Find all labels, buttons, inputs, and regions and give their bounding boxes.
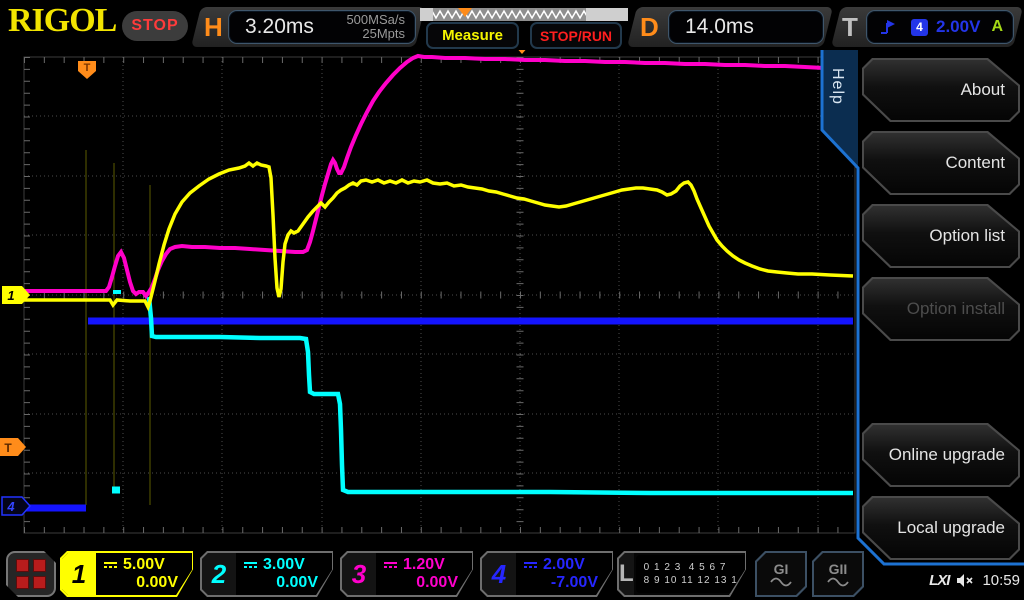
trigger-slope-icon [881, 20, 895, 34]
channel-1-scale: 5.00V [123, 556, 165, 573]
memory-depth: 25Mpts [362, 26, 405, 41]
red-square-icon [16, 576, 29, 589]
lxi-logo: LXI [929, 571, 950, 589]
generator-2-button[interactable]: GII [812, 551, 864, 597]
help-menu-panel: About Content Option list Option install… [858, 50, 1024, 600]
ch4-position-marker[interactable]: 4 [1, 496, 32, 516]
menu-item-option-install: Option install [862, 277, 1020, 341]
channel-menu-button[interactable] [6, 551, 56, 597]
trigger-level-value: 2.00V [936, 17, 981, 36]
top-status-bar: RIGOL STOP H 3.20ms 500MSa/s 25Mpts Meas… [0, 0, 1024, 50]
red-square-icon [33, 559, 46, 572]
trigger-mode: A [991, 18, 1003, 35]
memory-bar-right-cap [586, 8, 628, 21]
channel-3-number: 3 [342, 553, 376, 595]
delay-label: D [640, 12, 659, 42]
ch2-trace [146, 296, 853, 496]
channel-4-number: 4 [482, 553, 516, 595]
dc-coupling-icon [104, 562, 117, 568]
horizontal-settings-group[interactable]: H 3.20ms 500MSa/s 25Mpts [191, 7, 425, 47]
oscilloscope-screen: T 1 T 4 RIGOL STOP H 3.20ms 500MSa/s 25M… [0, 0, 1024, 600]
sample-rate: 500MSa/s [346, 12, 405, 27]
trigger-label: T [842, 12, 858, 42]
stop-run-button[interactable]: STOP/RUN [530, 22, 622, 49]
trigger-info-box[interactable]: 4 2.00V A [866, 10, 1014, 44]
generator-2-label: GII [828, 561, 848, 577]
channel-1-number: 1 [62, 553, 96, 595]
generator-1-button[interactable]: GI [755, 551, 807, 597]
trigger-level-marker[interactable]: T [0, 438, 26, 456]
menu-item-content[interactable]: Content [862, 131, 1020, 195]
svg-text:T: T [4, 441, 12, 455]
delay-value: 14.0ms [685, 15, 754, 38]
memory-bar-left-cap [420, 8, 433, 21]
channel-4-scale: 2.00V [543, 556, 585, 573]
dc-coupling-icon [384, 562, 397, 568]
logic-digits-row1: 0 1 2 3 4 5 6 7 [643, 562, 727, 573]
svg-text:1: 1 [7, 288, 14, 303]
rigol-logo: RIGOL [8, 2, 117, 39]
generator-1-label: GI [773, 561, 789, 577]
sine-wave-icon [769, 577, 793, 587]
red-square-icon [16, 559, 29, 572]
channel-traces [24, 53, 854, 512]
help-tab-label[interactable]: Help [828, 68, 846, 105]
channel-3-offset: 0.00V [416, 574, 458, 591]
menu-item-online-upgrade[interactable]: Online upgrade [862, 423, 1020, 487]
memory-trigger-marker-icon [458, 8, 472, 17]
svg-text:4: 4 [6, 499, 15, 514]
delay-settings-group[interactable]: D 14.0ms [627, 7, 833, 47]
channel-2-offset: 0.00V [276, 574, 318, 591]
trigger-source-badge: 4 [911, 18, 928, 36]
svg-text:T: T [84, 62, 91, 74]
sound-muted-icon [957, 573, 974, 587]
menu-item-option-list[interactable]: Option list [862, 204, 1020, 268]
status-area: LXI 10:59 [900, 568, 1020, 592]
acquisition-status-badge: STOP [122, 11, 188, 41]
trigger-settings-group[interactable]: T 4 2.00V A [831, 7, 1023, 47]
channel-1-offset: 0.00V [136, 574, 178, 591]
channel-3-box[interactable]: 3 1.20V 0.00V [340, 551, 476, 597]
horizontal-label: H [204, 12, 223, 42]
delay-info-box[interactable]: 14.0ms [668, 10, 824, 44]
timebase-value: 3.20ms [245, 15, 314, 38]
bottom-channel-bar: 1 5.00V 0.00V 2 3.00V 0.00V 3 1.20V 0.00… [0, 548, 1024, 600]
horizontal-info-box[interactable]: 3.20ms 500MSa/s 25Mpts [228, 10, 416, 44]
channel-3-scale: 1.20V [403, 556, 445, 573]
clock: 10:59 [982, 571, 1020, 589]
menu-item-about[interactable]: About [862, 58, 1020, 122]
channel-4-offset: -7.00V [550, 574, 598, 591]
channel-1-box[interactable]: 1 5.00V 0.00V [60, 551, 196, 597]
channel-4-box[interactable]: 4 2.00V -7.00V [480, 551, 616, 597]
channel-2-scale: 3.00V [263, 556, 305, 573]
trigger-position-marker[interactable]: T [78, 61, 96, 79]
red-square-icon [33, 576, 46, 589]
measure-button[interactable]: Measure [426, 22, 519, 49]
channel-2-number: 2 [202, 553, 236, 595]
sine-wave-icon [826, 577, 850, 587]
logic-analyzer-box[interactable]: L 0 1 2 3 4 5 6 7 8 9 10 11 12 13 14 15 [617, 551, 749, 597]
logic-digits-row2: 8 9 10 11 12 13 14 15 [643, 575, 762, 586]
dc-coupling-icon [524, 562, 537, 568]
logic-label: L [619, 553, 634, 595]
memory-position-bar[interactable] [420, 8, 628, 21]
dc-coupling-icon [244, 562, 257, 568]
channel-2-box[interactable]: 2 3.00V 0.00V [200, 551, 336, 597]
